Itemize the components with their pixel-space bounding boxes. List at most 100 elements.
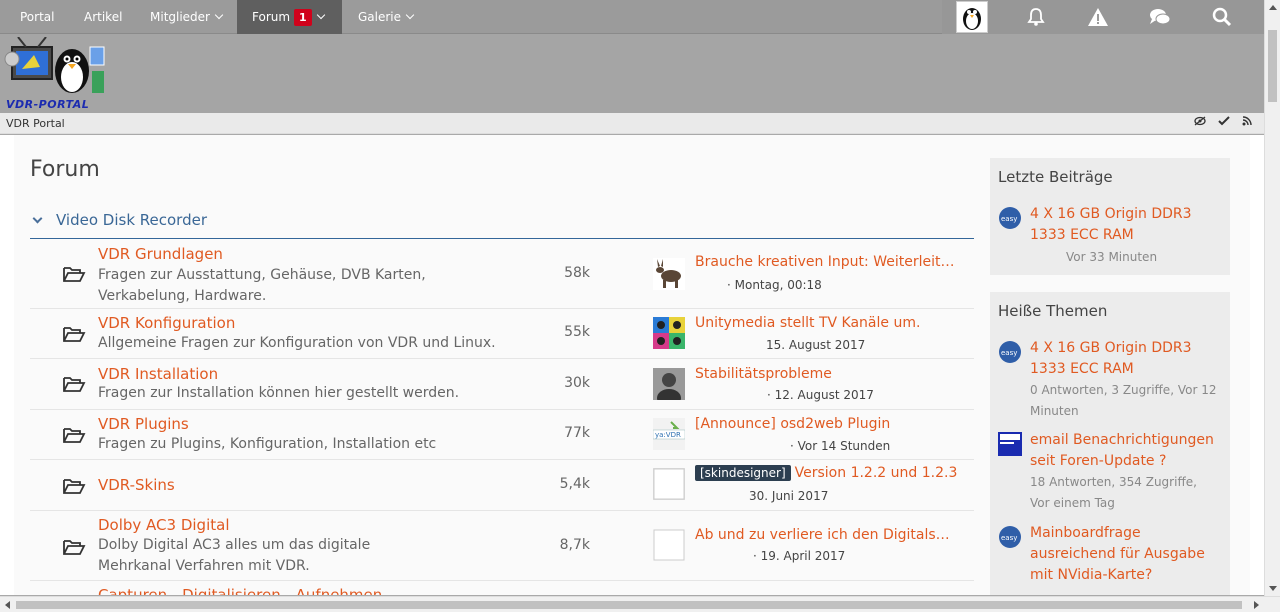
content-panel: Forum Video Disk Recorder VDR Grundlagen… (14, 135, 1250, 595)
chevron-down-icon (316, 10, 325, 20)
scroll-up-icon[interactable] (1269, 5, 1277, 10)
horizontal-scroll-thumb[interactable] (16, 601, 1242, 609)
sidebar-topic-title[interactable]: 4 X 16 GB Origin DDR3 1333 ECC RAM (1030, 338, 1220, 380)
board-row: VDR Plugins Fragen zu Plugins, Konfigura… (30, 410, 974, 460)
popart-avatar-image (653, 317, 685, 349)
penguin-icon (963, 8, 981, 30)
nav-galerie[interactable]: Galerie (348, 0, 423, 34)
last-post-title[interactable]: Unitymedia stellt TV Kanäle um. (695, 315, 955, 331)
logo-text: VDR-PORTAL (6, 98, 90, 111)
easyvdr-avatar-icon[interactable]: easy (998, 525, 1022, 549)
folder-open-icon (63, 377, 86, 392)
nav-mitglieder[interactable]: Mitglieder (140, 0, 232, 34)
thread-prefix-tag[interactable]: [skindesigner] (695, 465, 791, 481)
main-area: Forum Video Disk Recorder VDR Grundlagen… (0, 135, 1264, 595)
easyvdr-avatar-icon[interactable]: easy (998, 340, 1022, 364)
chevron-down-icon (214, 10, 224, 20)
easyvdr-avatar-icon[interactable]: easy (998, 206, 1022, 230)
nav-portal-label: Portal (20, 10, 55, 24)
board-title[interactable]: VDR-Skins (98, 476, 175, 494)
board-title[interactable]: VDR Installation (98, 365, 218, 383)
default-avatar-icon (653, 529, 685, 561)
sidebar-hot-title: Heiße Themen (998, 302, 1108, 320)
scroll-left-icon[interactable] (5, 601, 10, 609)
board-row: VDR Installation Fragen zur Installation… (30, 359, 974, 410)
last-post-meta: 30. Juni 2017 (749, 489, 829, 503)
rss-icon[interactable] (1242, 116, 1252, 126)
bell-icon (1027, 8, 1045, 26)
sidebar-latest-title: Letzte Beiträge (998, 168, 1113, 186)
search-button[interactable] (1192, 0, 1252, 34)
board-title[interactable]: VDR Plugins (98, 415, 189, 433)
scroll-right-icon[interactable] (1254, 601, 1259, 609)
category-header[interactable]: Video Disk Recorder (30, 209, 974, 239)
chevron-down-icon (405, 10, 415, 20)
site-logo[interactable]: VDR-PORTAL (4, 36, 108, 111)
board-post-count: 5,4k (559, 476, 590, 492)
board-row: Capturen - Digitalisieren - Aufnehmen (30, 581, 974, 595)
svg-text:easy: easy (1001, 215, 1017, 223)
board-post-count: 55k (564, 324, 590, 340)
last-post-title-wrap[interactable]: [skindesigner] Version 1.2.2 und 1.2.3 (695, 465, 975, 481)
notifications-button[interactable] (1006, 0, 1066, 34)
avatar[interactable] (653, 368, 685, 400)
avatar[interactable] (653, 468, 685, 500)
warning-icon (1088, 8, 1108, 26)
nav-artikel[interactable]: Artikel (74, 0, 132, 34)
nav-mitglieder-label: Mitglieder (150, 10, 210, 24)
eye-slash-icon[interactable] (1194, 116, 1206, 126)
sidebar-topic-title[interactable]: email Benachrichtigungen seit Foren-Upda… (1030, 430, 1220, 472)
last-post-title[interactable]: Brauche kreativen Input: Weiterleitung… (695, 254, 955, 270)
board-row: VDR-Skins 5,4k [skindesigner] Version 1.2… (30, 460, 974, 511)
nav-forum-label: Forum (252, 10, 291, 24)
sidebar-topic-meta: 18 Antworten, 354 Zugriffe, Vor einem Ta… (1030, 475, 1197, 510)
search-icon (1212, 7, 1232, 27)
forum-badge: 1 (294, 9, 312, 26)
breadcrumb-bar: VDR Portal (0, 113, 1264, 134)
last-post-title[interactable]: [Announce] osd2web Plugin (695, 416, 955, 432)
conversations-button[interactable] (1130, 0, 1190, 34)
horizontal-scrollbar[interactable] (0, 596, 1280, 612)
folder-open-icon (63, 267, 86, 282)
user-avatar-button[interactable] (942, 0, 1002, 34)
board-post-count: 8,7k (559, 537, 590, 553)
nav-forum[interactable]: Forum 1 (237, 0, 342, 34)
moderation-button[interactable] (1068, 0, 1128, 34)
nav-portal[interactable]: Portal (10, 0, 64, 34)
board-title[interactable]: VDR Konfiguration (98, 314, 235, 332)
screenshot-avatar-icon[interactable] (998, 432, 1022, 456)
board-row: VDR Grundlagen Fragen zur Ausstattung, G… (30, 241, 974, 309)
board-row: Dolby AC3 Digital Dolby Digital AC3 alle… (30, 511, 974, 581)
scroll-down-icon[interactable] (1269, 586, 1277, 591)
avatar[interactable] (653, 529, 685, 561)
chevron-down-icon[interactable] (32, 213, 43, 224)
vertical-scrollbar[interactable] (1264, 0, 1280, 596)
chat-icon (1150, 9, 1171, 25)
avatar[interactable]: ya:VDR (653, 418, 685, 450)
avatar[interactable] (653, 258, 685, 290)
board-description: Dolby Digital AC3 alles um das digitale … (98, 537, 371, 574)
breadcrumb[interactable]: VDR Portal (6, 117, 65, 130)
category-title[interactable]: Video Disk Recorder (56, 211, 207, 229)
vertical-scroll-thumb[interactable] (1268, 30, 1277, 102)
donkey-avatar-image (653, 258, 685, 290)
board-title[interactable]: Capturen - Digitalisieren - Aufnehmen (98, 586, 382, 595)
sidebar-topic-meta: 0 Antworten, 3 Zugriffe, Vor 12 Minuten (1030, 383, 1217, 418)
sidebar-hot-topics: Heiße Themen easy 4 X 16 GB Origin DDR3 … (990, 292, 1230, 595)
board-description: Fragen zu Plugins, Konfiguration, Instal… (98, 436, 437, 452)
sidebar-post-meta: Vor 33 Minuten (1066, 250, 1158, 264)
board-title[interactable]: Dolby AC3 Digital (98, 516, 230, 534)
board-title[interactable]: VDR Grundlagen (98, 245, 223, 263)
site-header: VDR-PORTAL (0, 34, 1264, 113)
sidebar-post-title[interactable]: 4 X 16 GB Origin DDR3 1333 ECC RAM (1030, 204, 1220, 246)
last-post-title[interactable]: Version 1.2.2 und 1.2.3 (795, 465, 958, 481)
sidebar-topic-title[interactable]: Mainboardfrage ausreichend für Ausgabe m… (1030, 523, 1220, 586)
last-post-meta: · Vor 14 Stunden (790, 439, 891, 453)
avatar[interactable] (653, 317, 685, 349)
check-icon[interactable] (1218, 116, 1230, 126)
logo-image (4, 36, 105, 93)
last-post-title[interactable]: Ab und zu verliere ich den Digitalsound… (695, 527, 955, 543)
nav-artikel-label: Artikel (84, 10, 123, 24)
last-post-title[interactable]: Stabilitätsprobleme (695, 366, 955, 382)
board-description: Fragen zur Installation können hier gest… (98, 385, 460, 401)
